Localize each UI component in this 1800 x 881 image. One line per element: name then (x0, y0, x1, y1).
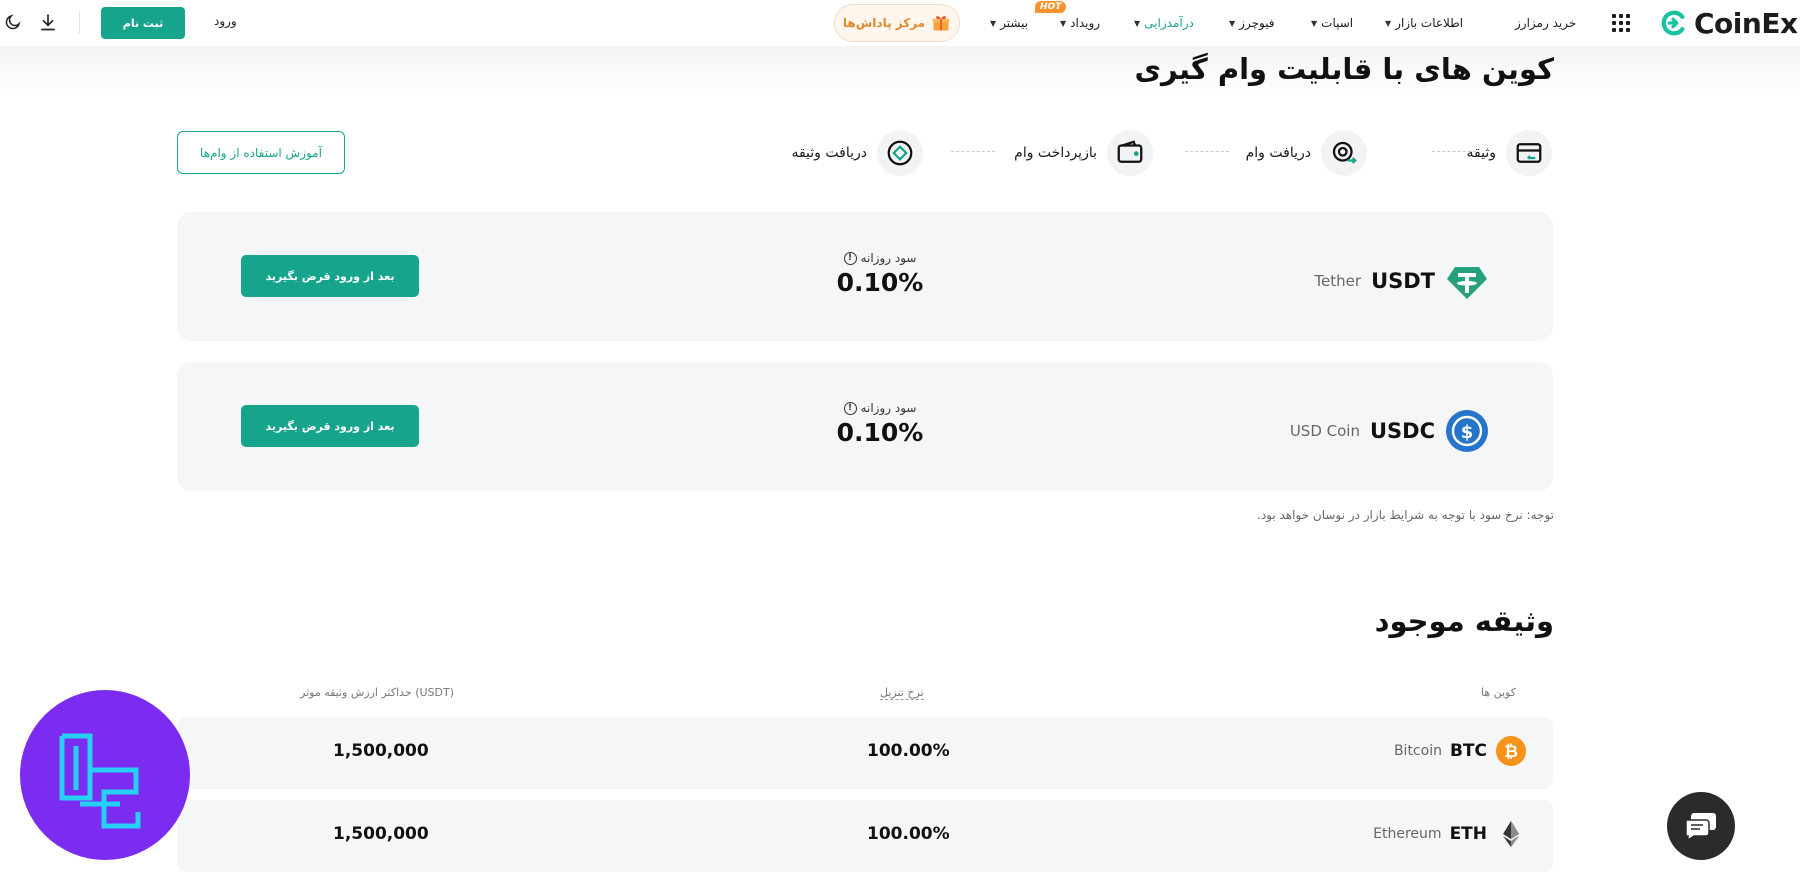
chevron-down-icon: ▼ (1229, 18, 1236, 28)
nav-events[interactable]: ▼ رویداد (1060, 0, 1100, 46)
step-label: بازپرداخت وام (1014, 145, 1097, 161)
svg-text:$: $ (1461, 422, 1474, 443)
logo-text: CoinEx (1694, 6, 1798, 40)
loan-coins-title: کوین های با قابلیت وام گیری (1134, 52, 1554, 86)
step-receive-collateral: دریافت وثیقه (791, 130, 923, 176)
rate-note: توجه: نرخ سود با توجه به شرایط بازار در … (1257, 508, 1554, 522)
step-label: دریافت وثیقه (791, 145, 867, 161)
coinex-logo-icon (1661, 10, 1685, 36)
daily-rate-label: سود روزانه! (843, 251, 916, 265)
nav-earn[interactable]: ▼ درآمدزایی (1134, 0, 1194, 46)
coin-cell: ETH Ethereum (1373, 818, 1527, 850)
reward-center-button[interactable]: مرکز پاداش‌ها (834, 4, 960, 42)
chevron-down-icon: ▼ (1311, 18, 1318, 28)
nav-more[interactable]: ▼ بیشتر (990, 0, 1028, 46)
watermark-logo-icon (59, 733, 141, 829)
coin-name: USD Coin (1289, 422, 1360, 440)
step-collateral: وثیقه (1467, 130, 1552, 176)
ethereum-icon (1503, 821, 1519, 847)
table-row: ₿ BTC Bitcoin 100.00% 1,500,000 (177, 717, 1553, 789)
daily-rate-value: 0.10% (836, 418, 924, 447)
reward-label: مرکز پاداش‌ها (842, 16, 926, 30)
collateral-title: وثیقه موجود (1374, 604, 1554, 638)
chevron-down-icon: ▼ (990, 18, 997, 28)
loan-card-usdc: $ USDC USD Coin سود روزانه! 0.10% بعد از… (177, 362, 1553, 491)
bitcoin-icon: ₿ (1496, 736, 1526, 766)
step-connector (1432, 151, 1476, 152)
svg-text:₿: ₿ (1504, 742, 1518, 762)
borrow-button[interactable]: بعد از ورود قرض بگیرید (241, 405, 419, 447)
col-header-rate[interactable]: نرخ تنزیل (880, 686, 924, 700)
step-connector (1185, 151, 1229, 152)
borrow-button[interactable]: بعد از ورود قرض بگیرید (241, 255, 419, 297)
chevron-down-icon: ▼ (1134, 18, 1141, 28)
login-link[interactable]: ورود (214, 14, 237, 28)
info-icon[interactable]: ! (843, 251, 857, 265)
step-get-loan: دریافت وام (1246, 130, 1367, 176)
wallet-icon (1107, 130, 1153, 176)
discount-rate: 100.00% (867, 824, 950, 844)
step-repay: بازپرداخت وام (1014, 130, 1153, 176)
max-collateral-value: 1,500,000 (333, 824, 429, 844)
daily-rate: سود روزانه! 0.10% (820, 401, 940, 447)
coinex-logo[interactable]: CoinEx (1658, 6, 1798, 40)
col-header-coin: کوین ها (1480, 686, 1516, 699)
coin-symbol: USDT (1371, 269, 1435, 293)
chat-icon (1685, 813, 1716, 841)
chevron-down-icon: ▼ (1385, 18, 1392, 28)
apps-grid-icon[interactable] (1612, 14, 1630, 32)
loan-guide-button[interactable]: آموزش استفاده از وام‌ها (177, 131, 345, 174)
download-icon[interactable] (38, 12, 58, 32)
discount-rate: 100.00% (867, 741, 950, 761)
max-collateral-value: 1,500,000 (333, 741, 429, 761)
gift-icon (932, 16, 950, 31)
step-label: وثیقه (1466, 145, 1496, 161)
coin-name: Ethereum (1373, 826, 1442, 842)
nav-futures[interactable]: ▼ فیوچرز (1229, 0, 1275, 46)
coin-info: $ USDC USD Coin (1290, 409, 1489, 453)
step-label: دریافت وام (1245, 145, 1311, 161)
coin-symbol: ETH (1449, 824, 1487, 844)
coin-exchange-icon (1321, 130, 1367, 176)
table-row: ETH Ethereum 100.00% 1,500,000 (177, 800, 1553, 872)
coin-cell: ₿ BTC Bitcoin (1394, 735, 1527, 767)
divider (79, 12, 80, 34)
coin-name: Bitcoin (1393, 743, 1442, 759)
token-icon (877, 130, 923, 176)
step-connector (951, 151, 995, 152)
info-icon[interactable]: ! (843, 401, 857, 415)
card-icon (1506, 130, 1552, 176)
coin-name: Tether (1314, 272, 1362, 290)
coin-symbol: BTC (1449, 741, 1487, 761)
daily-rate: سود روزانه! 0.10% (820, 251, 940, 297)
col-header-max: حداکثر ارزش وثیقه موثر (USDT) (300, 686, 455, 699)
nav-market-info[interactable]: ▼ اطلاعات بازار (1385, 0, 1463, 46)
loan-card-usdt: USDT Tether سود روزانه! 0.10% بعد از ورو… (177, 212, 1553, 341)
signup-button[interactable]: ثبت نام (101, 7, 185, 39)
nav-buy-crypto[interactable]: خرید رمزارز (1515, 0, 1576, 46)
chevron-down-icon: ▼ (1060, 18, 1067, 28)
nav-spot[interactable]: ▼ اسپات (1311, 0, 1353, 46)
usdc-icon: $ (1446, 410, 1488, 452)
top-navigation: ثبت نام ورود مرکز پاداش‌ها ▼ بیشتر HOT ▼ ر… (0, 0, 1800, 46)
watermark-logo (20, 690, 190, 860)
coin-symbol: USDC (1369, 419, 1435, 443)
daily-rate-value: 0.10% (836, 268, 924, 297)
tether-icon (1447, 267, 1487, 299)
daily-rate-label: سود روزانه! (843, 401, 916, 415)
dark-mode-icon[interactable] (4, 13, 22, 31)
chat-support-button[interactable] (1667, 792, 1735, 860)
coin-info: USDT Tether (1314, 259, 1489, 303)
